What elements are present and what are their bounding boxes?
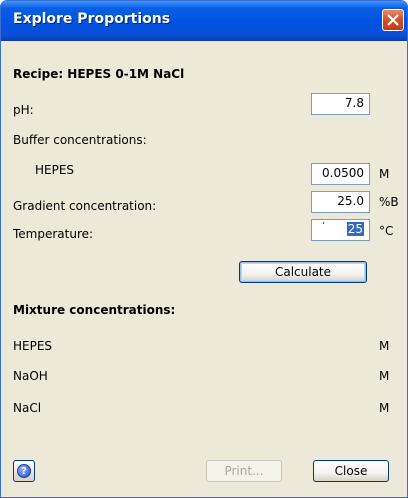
window-title: Explore Proportions bbox=[13, 11, 171, 27]
temperature-input[interactable]: 25 bbox=[311, 219, 370, 241]
temperature-unit: °C bbox=[379, 224, 394, 238]
buffer-concentrations-label: Buffer concentrations: bbox=[13, 133, 147, 147]
text-cursor-icon bbox=[323, 222, 324, 224]
explore-proportions-dialog: Explore Proportions Recipe: HEPES 0-1M N… bbox=[0, 0, 408, 498]
help-button[interactable]: ? bbox=[13, 460, 35, 482]
gradient-concentration-label: Gradient concentration: bbox=[13, 199, 157, 213]
mixture-concentrations-heading: Mixture concentrations: bbox=[13, 303, 176, 317]
mixture-row-hepes: HEPES bbox=[13, 339, 53, 353]
print-button[interactable]: Print... bbox=[206, 460, 282, 482]
hepes-label: HEPES bbox=[35, 163, 75, 177]
title-bar: Explore Proportions bbox=[1, 1, 407, 41]
mixture-row-nacl: NaCl bbox=[13, 401, 42, 415]
mixture-row-nacl-unit: M bbox=[379, 401, 390, 415]
temperature-selected-text: 25 bbox=[346, 222, 364, 236]
ph-label: pH: bbox=[13, 103, 34, 117]
close-button[interactable]: Close bbox=[313, 460, 389, 482]
mixture-row-naoh-unit: M bbox=[379, 369, 390, 383]
gradient-concentration-input[interactable]: 25.0 bbox=[311, 191, 370, 213]
gradient-unit: %B bbox=[379, 195, 399, 209]
dialog-content: Recipe: HEPES 0-1M NaCl pH: 7.8 Buffer c… bbox=[4, 41, 404, 496]
hepes-concentration-input[interactable]: 0.0500 bbox=[311, 163, 370, 185]
recipe-label: Recipe: HEPES 0-1M NaCl bbox=[13, 67, 185, 81]
close-icon[interactable] bbox=[382, 9, 404, 31]
ph-input[interactable]: 7.8 bbox=[311, 93, 370, 115]
help-icon: ? bbox=[17, 464, 31, 478]
mixture-row-naoh: NaOH bbox=[13, 369, 48, 383]
temperature-label: Temperature: bbox=[13, 227, 94, 241]
hepes-unit: M bbox=[379, 167, 390, 181]
mixture-row-hepes-unit: M bbox=[379, 339, 390, 353]
calculate-button[interactable]: Calculate bbox=[239, 261, 367, 283]
